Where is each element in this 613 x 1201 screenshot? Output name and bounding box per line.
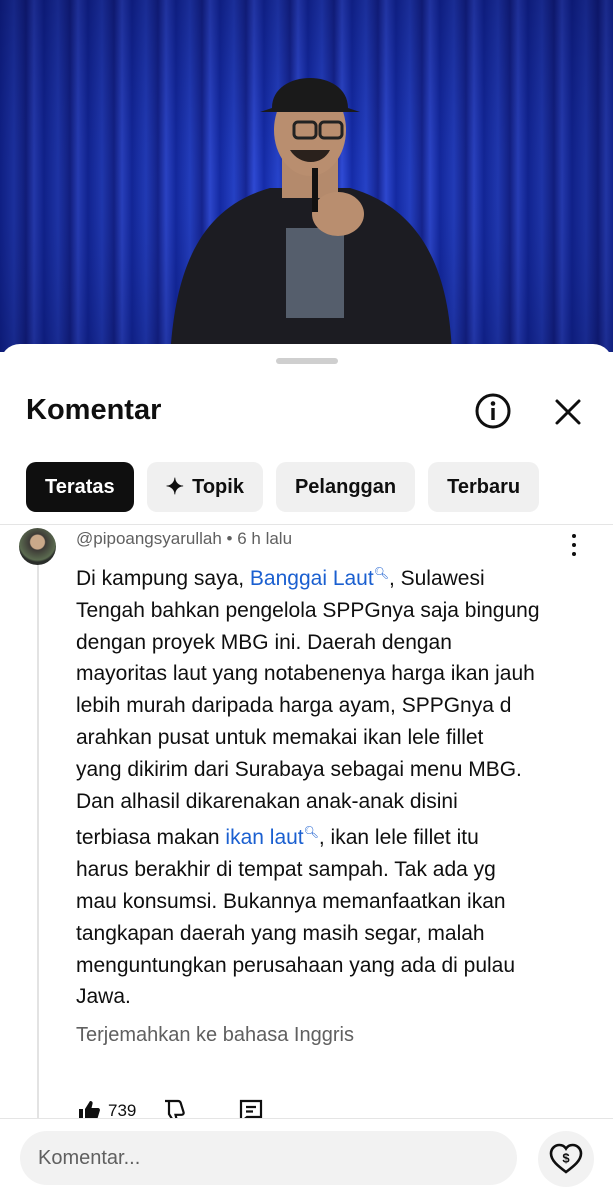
super-thanks-button[interactable]: $ xyxy=(538,1131,594,1187)
translate-link[interactable]: Terjemahkan ke bahasa Inggris xyxy=(76,1024,354,1047)
chip-label: Pelanggan xyxy=(294,475,397,498)
link-text: ikan laut xyxy=(225,826,304,850)
chip-terbaru[interactable]: Terbaru xyxy=(428,462,540,512)
search-link-banggai-laut[interactable]: Banggai Laut🔍︎ xyxy=(249,566,389,590)
sparkle-icon: ✦ xyxy=(165,474,185,499)
comment-line: dengan proyek MBG ini. Daerah dengan xyxy=(76,630,452,654)
chip-label: Topik xyxy=(192,475,244,498)
comment-meta: @pipoangsyarullah • 6 h lalu xyxy=(76,529,292,549)
comment-line: yang dikirim dari Surabaya sebagai menu … xyxy=(76,757,522,781)
comment-actions: 739 xyxy=(76,1098,264,1118)
comment-input[interactable]: Komentar... xyxy=(20,1131,517,1185)
close-button[interactable] xyxy=(552,396,584,428)
comment-line: menguntungkan perusahaan yang ada di pul… xyxy=(76,953,516,977)
comment-line: mayoritas laut yang notabenenya harga ik… xyxy=(76,662,535,686)
comment-text: , ikan lele fillet itu xyxy=(318,826,479,850)
comment-line: Tengah bahkan pengelola SPPGnya saja bin… xyxy=(76,598,540,622)
comment-line: Dan alhasil dikarenakan anak-anak disini xyxy=(76,789,458,813)
comment-time: 6 h lalu xyxy=(237,529,293,548)
like-count: 739 xyxy=(108,1101,137,1118)
more-vert-icon-dot xyxy=(572,552,576,556)
comment-text: terbiasa makan xyxy=(76,826,226,850)
comment-line: lebih murah daripada harga ayam, SPPGnya… xyxy=(76,694,512,718)
comment-line: harus berakhir di tempat sampah. Tak ada… xyxy=(76,858,496,882)
comment-text: , Sulawesi xyxy=(388,567,485,590)
more-options-button[interactable] xyxy=(566,534,582,556)
comment-filter-chips: Teratas ✦ Topik Pelanggan Terbaru xyxy=(26,462,540,512)
video-player[interactable] xyxy=(0,0,613,352)
close-icon xyxy=(555,399,581,425)
comment-body: Di kampung saya, Banggai Laut🔍︎, Sulawes… xyxy=(76,558,596,1013)
comment-text: Di kampung saya, xyxy=(76,567,250,590)
more-vert-icon-dot xyxy=(572,543,576,547)
search-link-ikan-laut[interactable]: ikan laut🔍︎ xyxy=(225,825,319,850)
drag-handle[interactable] xyxy=(276,358,338,364)
chip-teratas[interactable]: Teratas xyxy=(26,462,134,512)
search-icon: 🔍︎ xyxy=(303,825,319,840)
comment-item: @pipoangsyarullah • 6 h lalu Di kampung … xyxy=(0,524,613,1118)
reply-icon[interactable] xyxy=(238,1098,264,1118)
thread-line xyxy=(37,564,39,1118)
comment-composer: Komentar... $ xyxy=(0,1118,613,1201)
sheet-title: Komentar xyxy=(26,394,162,426)
search-icon: 🔍︎ xyxy=(373,566,389,580)
like-icon[interactable] xyxy=(76,1098,102,1118)
comment-line: terbiasa makan ikan laut🔍︎, ikan lele fi… xyxy=(76,817,596,854)
chip-topik[interactable]: ✦ Topik xyxy=(146,462,263,512)
meta-separator: • xyxy=(226,529,238,548)
comments-sheet: Komentar Teratas ✦ Topik Pelanggan Terba… xyxy=(0,344,613,1201)
super-thanks-icon: $ xyxy=(549,1143,583,1174)
comment-line: tangkapan daerah yang masih segar, malah xyxy=(76,921,485,945)
comment-line: Di kampung saya, Banggai Laut🔍︎, Sulawes… xyxy=(76,558,596,595)
avatar[interactable] xyxy=(19,528,56,565)
svg-text:$: $ xyxy=(562,1151,570,1166)
chip-pelanggan[interactable]: Pelanggan xyxy=(275,462,416,512)
chip-label: Terbaru xyxy=(447,475,521,498)
comment-line: Jawa. xyxy=(76,985,131,1009)
link-text: Banggai Laut xyxy=(249,567,374,590)
comment-line: mau konsumsi. Bukannya memanfaatkan ikan xyxy=(76,889,506,913)
video-presenter-image xyxy=(170,78,452,352)
dislike-icon[interactable] xyxy=(160,1098,186,1118)
chip-label: Teratas xyxy=(45,475,115,498)
more-vert-icon xyxy=(572,534,576,538)
info-circle-icon xyxy=(475,393,511,429)
comment-author[interactable]: @pipoangsyarullah xyxy=(76,529,222,548)
info-button[interactable] xyxy=(474,392,512,430)
comment-line: arahkan pusat untuk memakai ikan lele fi… xyxy=(76,725,484,749)
